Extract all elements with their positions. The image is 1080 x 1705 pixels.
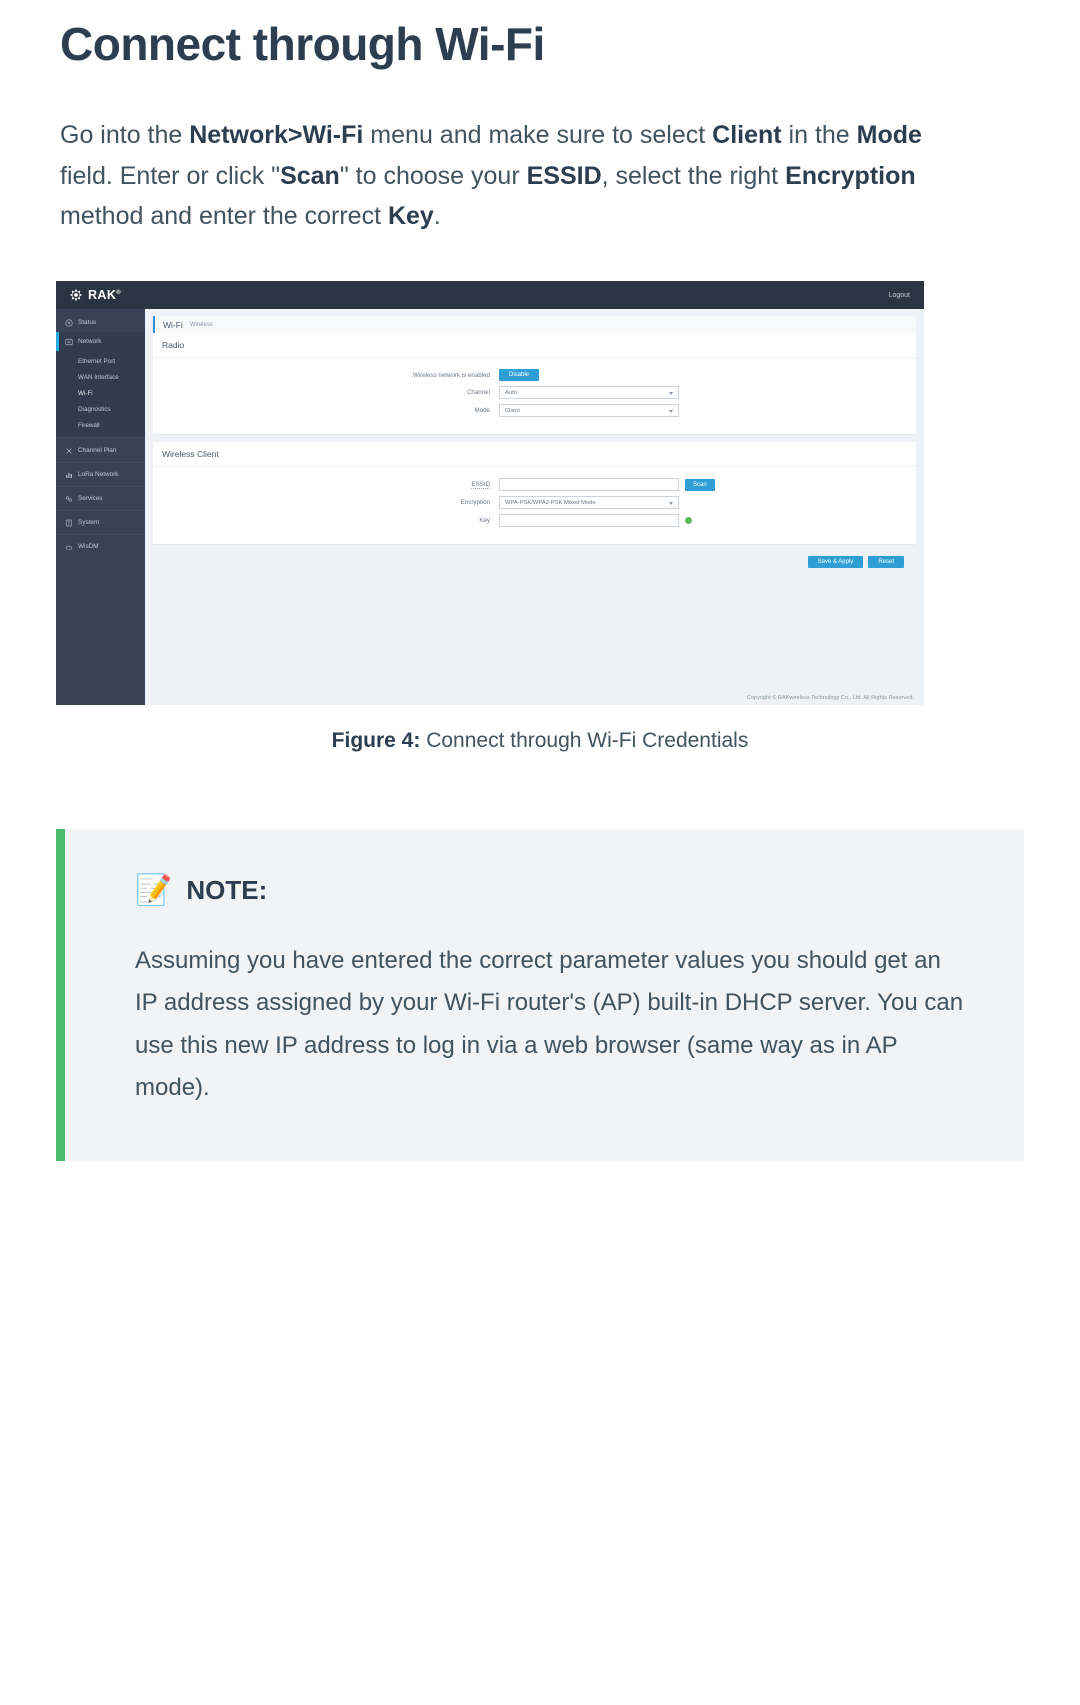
key-control (499, 514, 692, 528)
admin-body: Status Network Ethernet Port WAN Interfa… (56, 309, 924, 706)
services-icon (65, 495, 73, 503)
sidebar-divider (56, 486, 145, 488)
note-header: 📝 NOTE: (135, 875, 968, 906)
encryption-row: Encryption WPA-PSK/WPA2-PSK Mixed Mode (153, 496, 916, 510)
channel-row: Channel Auto (153, 386, 916, 400)
mode-label: Mode (474, 407, 490, 415)
sidebar-item-label: System (78, 519, 100, 527)
essid-label-text: ESSID (471, 481, 490, 490)
note-body: Assuming you have entered the correct pa… (135, 947, 964, 1101)
memo-icon: 📝 (135, 873, 173, 907)
scan-button[interactable]: Scan (685, 478, 715, 491)
save-and-apply-button[interactable]: Save & Apply (807, 556, 864, 569)
wisdm-icon (65, 543, 73, 551)
radio-card-title: Radio (153, 333, 916, 359)
encryption-select[interactable]: WPA-PSK/WPA2-PSK Mixed Mode (499, 496, 679, 510)
figure-caption-text: Connect through Wi-Fi Credentials (426, 729, 749, 753)
breadcrumb-main: Wi-Fi (163, 319, 183, 330)
wireless-client-card-body: ESSID Scan Encryption WPA-PSK/WPA2-PSK M… (153, 467, 916, 544)
sidebar-divider (56, 534, 145, 536)
card-gap (153, 435, 916, 442)
logout-link[interactable]: Logout (889, 292, 910, 299)
channel-plan-icon (65, 447, 73, 455)
sidebar-item-services[interactable]: Services (56, 489, 145, 508)
page-title: Connect through Wi-Fi (60, 18, 545, 70)
form-actions: Save & Apply Reset (153, 545, 916, 578)
figure-caption-label: Figure 4: (331, 729, 421, 753)
brand-logo: RAK® (69, 288, 121, 302)
sidebar-item-status[interactable]: Status (56, 313, 145, 332)
sidebar-item-system[interactable]: System (56, 513, 145, 532)
dashboard-icon (65, 319, 73, 327)
sidebar-subitem-firewall[interactable]: Firewall (56, 417, 145, 433)
essid-control: Scan (499, 478, 715, 492)
system-icon (65, 519, 73, 527)
sidebar-item-label: Status (78, 319, 97, 327)
key-input[interactable] (499, 514, 679, 528)
mode-select[interactable]: Client (499, 404, 679, 418)
router-admin-screenshot: RAK® Logout Status Network Ethernet Port… (56, 281, 924, 706)
wireless-client-card-title: Wireless Client (153, 442, 916, 468)
radio-card-body: Wireless network is enabled Disable Chan… (153, 358, 916, 434)
breadcrumb-sub: Wireless (189, 321, 213, 328)
channel-label: Channel (466, 389, 490, 397)
note-callout: 📝 NOTE: Assuming you have entered the co… (56, 829, 1024, 1162)
sidebar-subitem-diagnostics[interactable]: Diagnostics (56, 401, 145, 417)
rak-logo-icon (69, 288, 83, 302)
sidebar-subitem-wan-interface[interactable]: WAN Interface (56, 369, 145, 385)
wireless-status-control: Disable (499, 369, 540, 382)
key-label: Key (479, 517, 490, 525)
mode-row: Mode Client (153, 404, 916, 418)
figure-caption: Figure 4: Connect through Wi-Fi Credenti… (56, 729, 1024, 753)
sidebar-item-label: Channel Plan (78, 447, 117, 455)
sidebar-divider (56, 510, 145, 512)
sidebar-item-label: LoRa Network (78, 471, 119, 479)
sidebar-item-label: Network (78, 338, 102, 346)
lora-network-icon (65, 471, 73, 479)
essid-row: ESSID Scan (153, 478, 916, 492)
sidebar-item-label: Services (78, 495, 103, 503)
wireless-status-label: Wireless network is enabled (412, 371, 490, 379)
mode-control: Client (499, 404, 679, 418)
copyright-footer: Copyright © RAKwireless Technology Co., … (746, 695, 914, 702)
sidebar-item-wisdm[interactable]: WisDM (56, 537, 145, 556)
document-page: Connect through Wi-Fi Go into the Networ… (0, 18, 1080, 1705)
figure-block: RAK® Logout Status Network Ethernet Port… (0, 281, 1080, 753)
sidebar-item-channel-plan[interactable]: Channel Plan (56, 441, 145, 460)
sidebar-item-network[interactable]: Network (56, 332, 145, 352)
channel-select[interactable]: Auto (499, 386, 679, 400)
article-body: Connect through Wi-Fi Go into the Networ… (0, 18, 1080, 237)
sidebar-item-lora-network[interactable]: LoRa Network (56, 465, 145, 484)
reveal-key-icon[interactable] (685, 517, 692, 525)
wireless-status-row: Wireless network is enabled Disable (153, 369, 916, 382)
network-icon (65, 338, 73, 346)
key-row: Key (153, 514, 916, 528)
encryption-control: WPA-PSK/WPA2-PSK Mixed Mode (499, 496, 679, 510)
wireless-client-card: Wireless Client ESSID Scan Encryption WP… (153, 442, 916, 546)
sidebar-subitem-ethernet-port[interactable]: Ethernet Port (56, 353, 145, 369)
sidebar-item-label: WisDM (78, 543, 99, 551)
encryption-label: Encryption (460, 499, 490, 507)
admin-main-panel: Wi-Fi Wireless Radio Wireless network is… (145, 309, 924, 706)
note-title: NOTE: (186, 875, 268, 906)
essid-input[interactable] (499, 478, 679, 492)
essid-label: ESSID (153, 481, 499, 490)
reset-button[interactable]: Reset (868, 556, 904, 569)
breadcrumb: Wi-Fi Wireless (153, 316, 916, 334)
admin-topbar: RAK® Logout (56, 281, 924, 310)
sidebar-divider (56, 438, 145, 440)
sidebar-divider (56, 462, 145, 464)
admin-sidebar: Status Network Ethernet Port WAN Interfa… (56, 309, 151, 706)
radio-card: Radio Wireless network is enabled Disabl… (153, 333, 916, 436)
intro-paragraph: Go into the Network>Wi-Fi menu and make … (60, 120, 922, 231)
disable-wireless-button[interactable]: Disable (499, 369, 540, 382)
channel-control: Auto (499, 386, 679, 400)
sidebar-subnav-network: Ethernet Port WAN Interface Wi-Fi Diagno… (56, 351, 151, 437)
sidebar-subitem-wifi[interactable]: Wi-Fi (56, 385, 145, 401)
brand-name: RAK® (88, 288, 122, 303)
